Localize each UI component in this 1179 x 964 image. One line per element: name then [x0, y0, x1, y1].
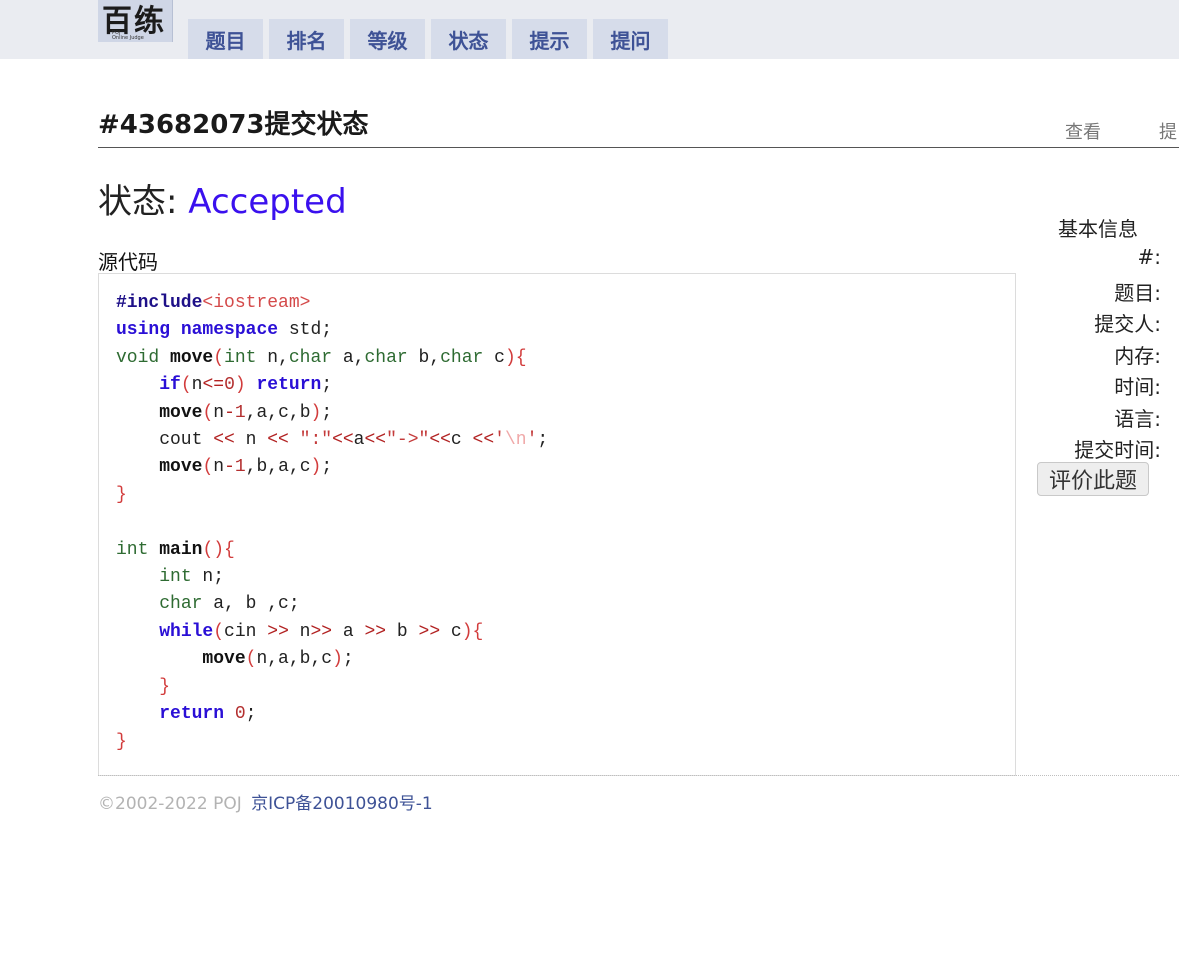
rate-problem-button[interactable]: 评价此题 [1037, 462, 1149, 496]
status-value: Accepted [188, 182, 347, 222]
footer-icp-link[interactable]: 京ICP备20010980号-1 [251, 794, 433, 814]
basic-info-heading: 基本信息 [1058, 217, 1138, 241]
status-label: 状态: [98, 182, 178, 222]
source-code-box: #include<iostream> using namespace std; … [98, 273, 1016, 776]
submit-link[interactable]: 提 [1159, 118, 1177, 144]
nav-tab-ranking[interactable]: 排名 [269, 19, 344, 59]
source-code: #include<iostream> using namespace std; … [116, 293, 549, 752]
info-field-submitter: 提交人: [1094, 312, 1161, 336]
nav-tab-hints[interactable]: 提示 [512, 19, 587, 59]
status-line: 状态: Accepted [98, 174, 347, 223]
main-nav: 题目 排名 等级 状态 提示 提问 [188, 19, 668, 59]
view-link[interactable]: 查看 [1065, 118, 1101, 144]
nav-tab-status[interactable]: 状态 [431, 19, 506, 59]
info-field-submit-time: 提交时间: [1074, 438, 1161, 462]
nav-tab-levels[interactable]: 等级 [350, 19, 425, 59]
title-links: 查看 提 [0, 118, 1179, 144]
nav-tab-problems[interactable]: 题目 [188, 19, 263, 59]
info-field-memory: 内存: [1114, 344, 1161, 368]
nav-tab-ask[interactable]: 提问 [593, 19, 668, 59]
info-field-language: 语言: [1114, 407, 1161, 431]
footer: ©2002-2022 POJ 京ICP备20010980号-1 [98, 789, 433, 814]
title-divider [98, 147, 1179, 148]
footer-copyright: ©2002-2022 POJ [98, 794, 242, 814]
site-logo[interactable]: 百练 POJ Online Judge [98, 0, 173, 42]
info-field-problem: 题目: [1114, 281, 1161, 305]
top-bar: 百练 POJ Online Judge 题目 排名 等级 状态 提示 提问 [0, 0, 1179, 59]
footer-divider [98, 775, 1179, 776]
info-field-id: #: [1137, 245, 1162, 269]
info-field-time: 时间: [1114, 375, 1161, 399]
source-code-label: 源代码 [98, 250, 158, 274]
logo-subtitle: POJ Online Judge [112, 30, 144, 41]
